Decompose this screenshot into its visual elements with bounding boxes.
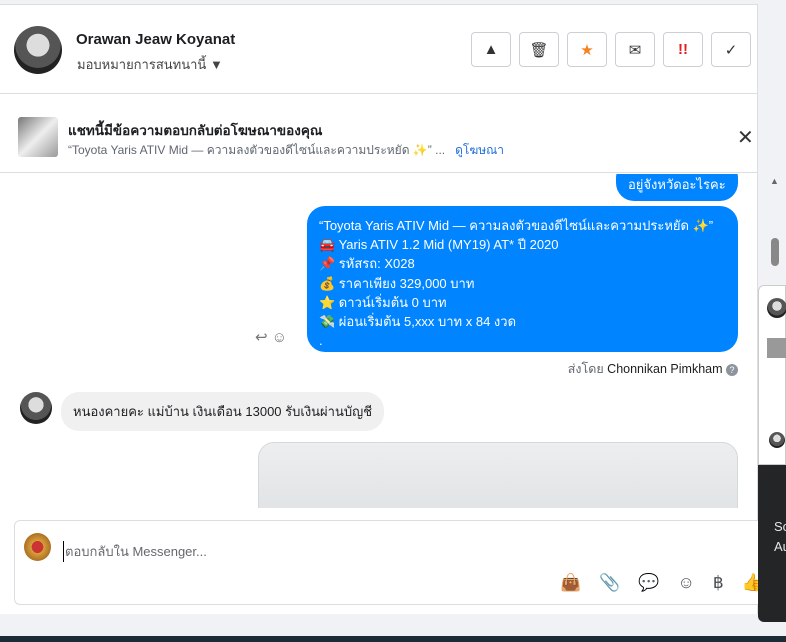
shopping-bag-icon[interactable]: 👜 xyxy=(560,573,581,593)
view-ad-link[interactable]: ดูโฆษณา xyxy=(455,143,504,157)
follow-up-button[interactable]: !! xyxy=(663,32,703,67)
taskbar xyxy=(0,636,786,642)
delete-button[interactable]: 🗑 xyxy=(519,32,559,67)
assign-label: มอบหมายการสนทนานี้ xyxy=(77,57,207,72)
spam-button[interactable]: ▲ xyxy=(471,32,511,67)
conversation-header: Orawan Jeaw Koyanat มอบหมายการสนทนานี้ ▼… xyxy=(0,5,758,94)
scrollbar-thumb[interactable] xyxy=(771,238,779,266)
message-image[interactable] xyxy=(258,442,738,508)
baht-icon[interactable]: ฿ xyxy=(713,573,724,593)
banner-title: แชทนี้มีข้อความตอบกลับต่อโฆษณาของคุณ xyxy=(68,123,323,138)
saved-replies-icon[interactable]: 💬 xyxy=(638,573,659,593)
reply-icon[interactable]: ↩ xyxy=(255,329,268,346)
check-icon: ✓ xyxy=(724,41,738,59)
message-outgoing: “Toyota Yaris ATIV Mid — ความลงตัวของดีไ… xyxy=(307,206,738,352)
sender-name: Chonnikan Pimkham xyxy=(607,362,723,376)
message-outgoing: อยู่จังหวัดอะไรคะ xyxy=(616,174,738,201)
sent-by: ส่งโดย Chonnikan Pimkham ? xyxy=(568,359,738,379)
toast-text: Sc xyxy=(774,519,786,534)
sent-by-prefix: ส่งโดย xyxy=(567,362,604,376)
list-avatar[interactable] xyxy=(767,298,786,318)
reply-input[interactable]: ตอบกลับใน Messenger... xyxy=(63,541,207,562)
list-avatar[interactable] xyxy=(769,432,785,448)
help-icon[interactable]: ? xyxy=(726,364,738,376)
contact-name[interactable]: Orawan Jeaw Koyanat xyxy=(76,31,235,48)
message-line: ⭐ ดาวน์เริ่มต้น 0 บาท xyxy=(319,294,447,310)
mark-done-button[interactable]: ✓ xyxy=(711,32,751,67)
warning-icon: ▲ xyxy=(483,41,499,58)
emoji-react-icon[interactable]: ☺ xyxy=(272,329,287,346)
message-line: 🚘 Yaris ATIV 1.2 Mid (MY19) AT* ปี 2020 xyxy=(319,237,559,253)
message-line: 💸 ผ่อนเริ่มต้น 5,xxx บาท x 84 งวด xyxy=(319,314,517,330)
notification-toast[interactable]: Sc Au xyxy=(758,465,786,622)
message-line: 📌 รหัสรถ: X028 xyxy=(319,256,415,272)
urgent-icon: !! xyxy=(678,41,688,58)
conversation-side-panel xyxy=(758,285,786,465)
conversation-panel: Orawan Jeaw Koyanat มอบหมายการสนทนานี้ ▼… xyxy=(0,4,774,614)
ad-reply-banner: แชทนี้มีข้อความตอบกลับต่อโฆษณาของคุณ “To… xyxy=(0,95,758,173)
emoji-icon[interactable]: ☺ xyxy=(678,573,695,593)
close-icon[interactable]: ✕ xyxy=(737,125,754,150)
trash-icon: 🗑 xyxy=(529,41,549,59)
caret-down-icon: ▼ xyxy=(209,57,223,72)
scrollbar[interactable]: ▲ xyxy=(764,170,784,290)
envelope-icon: ✉ xyxy=(628,41,642,59)
banner-subtitle: “Toyota Yaris ATIV Mid — ความลงตัวของดีไ… xyxy=(68,143,446,157)
ad-thumbnail xyxy=(18,117,58,157)
contact-avatar[interactable] xyxy=(14,26,62,74)
message-line: 💰 ราคาเพียง 329,000 บาท xyxy=(319,275,475,291)
toast-text: Au xyxy=(774,539,786,554)
message-line: “Toyota Yaris ATIV Mid — ความลงตัวของดีไ… xyxy=(319,218,714,233)
star-icon: ★ xyxy=(580,41,594,59)
list-thumbnail[interactable] xyxy=(767,338,786,358)
contact-avatar-small xyxy=(20,392,52,424)
message-incoming: หนองคายคะ แม่บ้าน เงินเดือน 13000 รับเงิ… xyxy=(61,392,385,431)
mark-unread-button[interactable]: ✉ xyxy=(615,32,655,67)
paperclip-icon[interactable]: 📎 xyxy=(599,573,620,593)
star-button[interactable]: ★ xyxy=(567,32,607,67)
message-list: อยู่จังหวัดอะไรคะ “Toyota Yaris ATIV Mid… xyxy=(0,174,758,508)
message-line: . xyxy=(319,333,323,349)
reply-composer[interactable]: ตอบกลับใน Messenger... 👜 📎 💬 ☺ ฿ 👍 xyxy=(14,520,774,605)
page-avatar xyxy=(24,533,51,561)
assign-dropdown[interactable]: มอบหมายการสนทนานี้ ▼ xyxy=(77,54,223,75)
